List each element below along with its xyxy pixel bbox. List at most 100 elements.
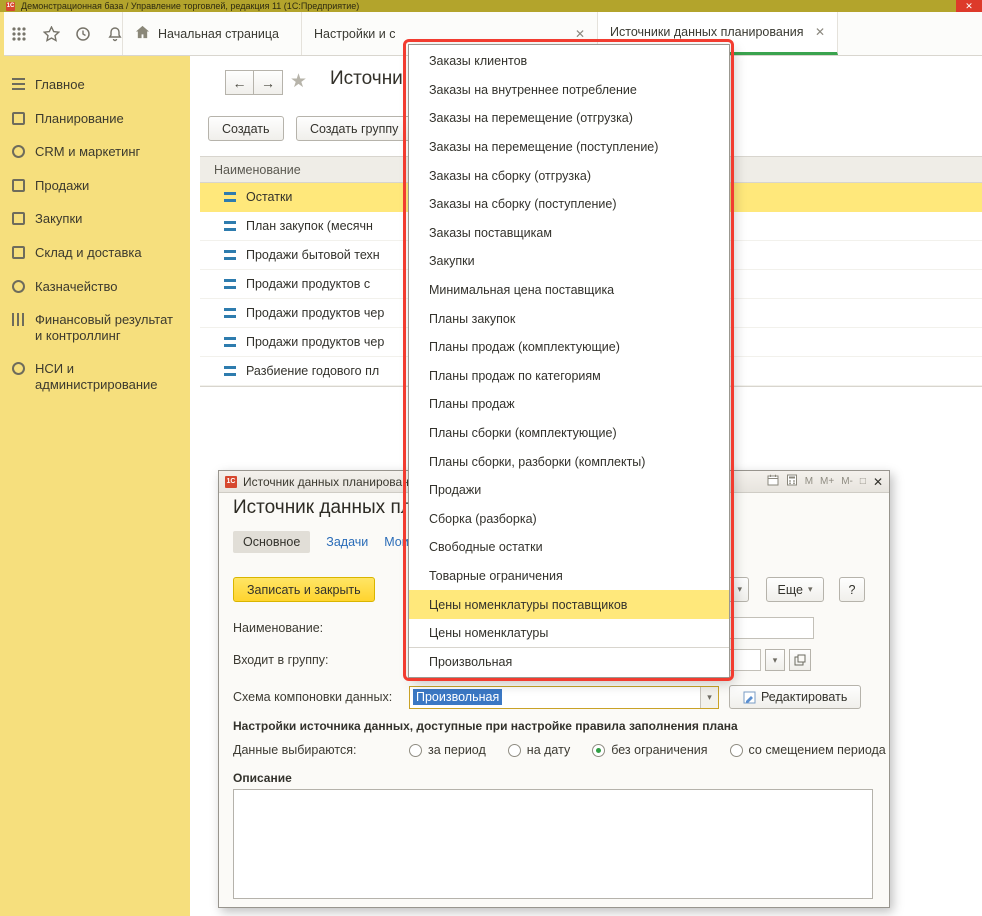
radio-for-period[interactable]: за период	[409, 743, 486, 757]
radio-icon[interactable]	[508, 744, 521, 757]
dropdown-item[interactable]: Свободные остатки	[409, 533, 729, 562]
sidebar-item-main[interactable]: Главное	[0, 68, 190, 102]
home-icon	[135, 25, 150, 42]
sidebar-item-crm[interactable]: CRM и маркетинг	[0, 135, 190, 169]
dropdown-item[interactable]: Товарные ограничения	[409, 562, 729, 591]
sidebar-edge	[0, 12, 4, 56]
description-textarea[interactable]	[233, 789, 873, 899]
dropdown-item[interactable]: Заказы на перемещение (отгрузка)	[409, 104, 729, 133]
radio-label: без ограничения	[611, 743, 707, 757]
dropdown-item-highlighted[interactable]: Цены номенклатуры поставщиков	[409, 590, 729, 619]
row-label: Разбиение годового пл	[246, 364, 379, 378]
tab-my[interactable]: Мои	[384, 535, 409, 549]
favorites-star-icon[interactable]	[42, 25, 60, 43]
edit-scheme-button[interactable]: Редактировать	[729, 685, 861, 709]
data-source-icon	[224, 308, 236, 318]
menu-grid-icon[interactable]	[10, 25, 28, 43]
dropdown-item[interactable]: Заказы на внутреннее потребление	[409, 76, 729, 105]
back-button[interactable]: ←	[225, 70, 254, 95]
dropdown-item[interactable]: Минимальная цена поставщика	[409, 276, 729, 305]
warehouse-icon	[12, 246, 25, 259]
forward-button[interactable]: →	[254, 70, 283, 95]
help-button[interactable]: ?	[839, 577, 865, 602]
dropdown-item[interactable]: Заказы клиентов	[409, 47, 729, 76]
scheme-value: Произвольная	[413, 689, 502, 705]
scale-m-minus-button[interactable]: M-	[841, 476, 853, 487]
sidebar-item-treasury[interactable]: Казначейство	[0, 270, 190, 304]
window-title: Демонстрационная база / Управление торго…	[21, 1, 359, 11]
sidebar-label: CRM и маркетинг	[35, 144, 140, 160]
treasury-icon	[12, 280, 25, 293]
radio-period-shift[interactable]: со смещением периода	[730, 743, 886, 757]
sidebar-label: Казначейство	[35, 279, 117, 295]
sidebar-item-finance[interactable]: Финансовый результат и контроллинг	[0, 303, 190, 352]
history-icon[interactable]	[74, 25, 92, 43]
row-label: Остатки	[246, 190, 292, 204]
dropdown-item[interactable]: Произвольная	[409, 647, 729, 676]
maximize-icon[interactable]: □	[860, 476, 866, 487]
radio-icon[interactable]	[592, 744, 605, 757]
dropdown-item[interactable]: Заказы на сборку (отгрузка)	[409, 161, 729, 190]
dropdown-item[interactable]: Заказы на сборку (поступление)	[409, 190, 729, 219]
open-form-icon	[794, 654, 806, 666]
purchases-icon	[12, 212, 25, 225]
row-label: Продажи бытовой техн	[246, 248, 380, 262]
dropdown-item[interactable]: Закупки	[409, 247, 729, 276]
radio-icon[interactable]	[730, 744, 743, 757]
tab-planning-close-icon[interactable]: ✕	[815, 25, 825, 39]
scheme-dropdown-button[interactable]: ▾	[700, 687, 718, 708]
dropdown-item[interactable]: Сборка (разборка)	[409, 505, 729, 534]
dropdown-item[interactable]: Планы продаж (комплектующие)	[409, 333, 729, 362]
dropdown-item[interactable]: Заказы поставщикам	[409, 219, 729, 248]
name-field-label: Наименование:	[233, 621, 409, 635]
dropdown-item[interactable]: Планы продаж по категориям	[409, 362, 729, 391]
sidebar-item-sales[interactable]: Продажи	[0, 169, 190, 203]
save-and-close-button[interactable]: Записать и закрыть	[233, 577, 375, 602]
sidebar-label: Планирование	[35, 111, 124, 127]
sidebar-item-nsi[interactable]: НСИ и администрирование	[0, 352, 190, 401]
tab-tasks[interactable]: Задачи	[326, 535, 368, 549]
sidebar-item-warehouse[interactable]: Склад и доставка	[0, 236, 190, 270]
dropdown-item[interactable]: Заказы на перемещение (поступление)	[409, 133, 729, 162]
dropdown-item[interactable]: Планы закупок	[409, 304, 729, 333]
dropdown-item[interactable]: Цены номенклатуры	[409, 619, 729, 648]
favorite-toggle-star-icon[interactable]: ★	[290, 70, 307, 93]
group-field-label: Входит в группу:	[233, 653, 409, 667]
scale-m-plus-button[interactable]: M+	[820, 476, 834, 487]
create-button[interactable]: Создать	[208, 116, 284, 141]
data-source-icon	[224, 221, 236, 231]
radio-no-limit[interactable]: без ограничения	[592, 743, 707, 757]
more-button[interactable]: Еще▾	[766, 577, 824, 602]
dropdown-item[interactable]: Планы продаж	[409, 390, 729, 419]
radio-on-date[interactable]: на дату	[508, 743, 570, 757]
row-label: Продажи продуктов чер	[246, 306, 384, 320]
dropdown-item[interactable]: Продажи	[409, 476, 729, 505]
hamburger-icon	[12, 78, 25, 91]
radio-label: за период	[428, 743, 486, 757]
dropdown-item[interactable]: Планы сборки, разборки (комплекты)	[409, 447, 729, 476]
scale-m-button[interactable]: M	[805, 476, 813, 487]
group-open-button[interactable]	[789, 649, 811, 671]
finance-icon	[12, 313, 25, 326]
calculator-icon[interactable]	[786, 474, 798, 489]
quick-access-toolbar	[10, 12, 124, 55]
administration-icon	[12, 362, 25, 375]
dialog-tabs: Основное Задачи Мои	[233, 531, 409, 553]
group-dropdown-button[interactable]: ▾	[765, 649, 785, 671]
scheme-combobox[interactable]: Произвольная ▾	[409, 686, 719, 709]
dialog-close-icon[interactable]: ✕	[873, 475, 883, 489]
dialog-toolbar: Записать и закрыть	[233, 577, 375, 602]
radio-icon[interactable]	[409, 744, 422, 757]
window-close-button[interactable]: ✕	[956, 0, 982, 12]
planning-icon	[12, 112, 25, 125]
dropdown-item[interactable]: Планы сборки (комплектующие)	[409, 419, 729, 448]
tab-home[interactable]: Начальная страница	[122, 12, 302, 55]
sidebar-item-purchases[interactable]: Закупки	[0, 202, 190, 236]
1c-logo-icon: 1С	[6, 2, 15, 11]
calendar-icon[interactable]	[767, 474, 779, 489]
tab-settings-close-icon[interactable]: ✕	[575, 27, 585, 41]
sections-sidebar: Главное Планирование CRM и маркетинг Про…	[0, 56, 190, 916]
sidebar-item-planning[interactable]: Планирование	[0, 102, 190, 136]
tab-main[interactable]: Основное	[233, 531, 310, 553]
radio-label: со смещением периода	[749, 743, 886, 757]
